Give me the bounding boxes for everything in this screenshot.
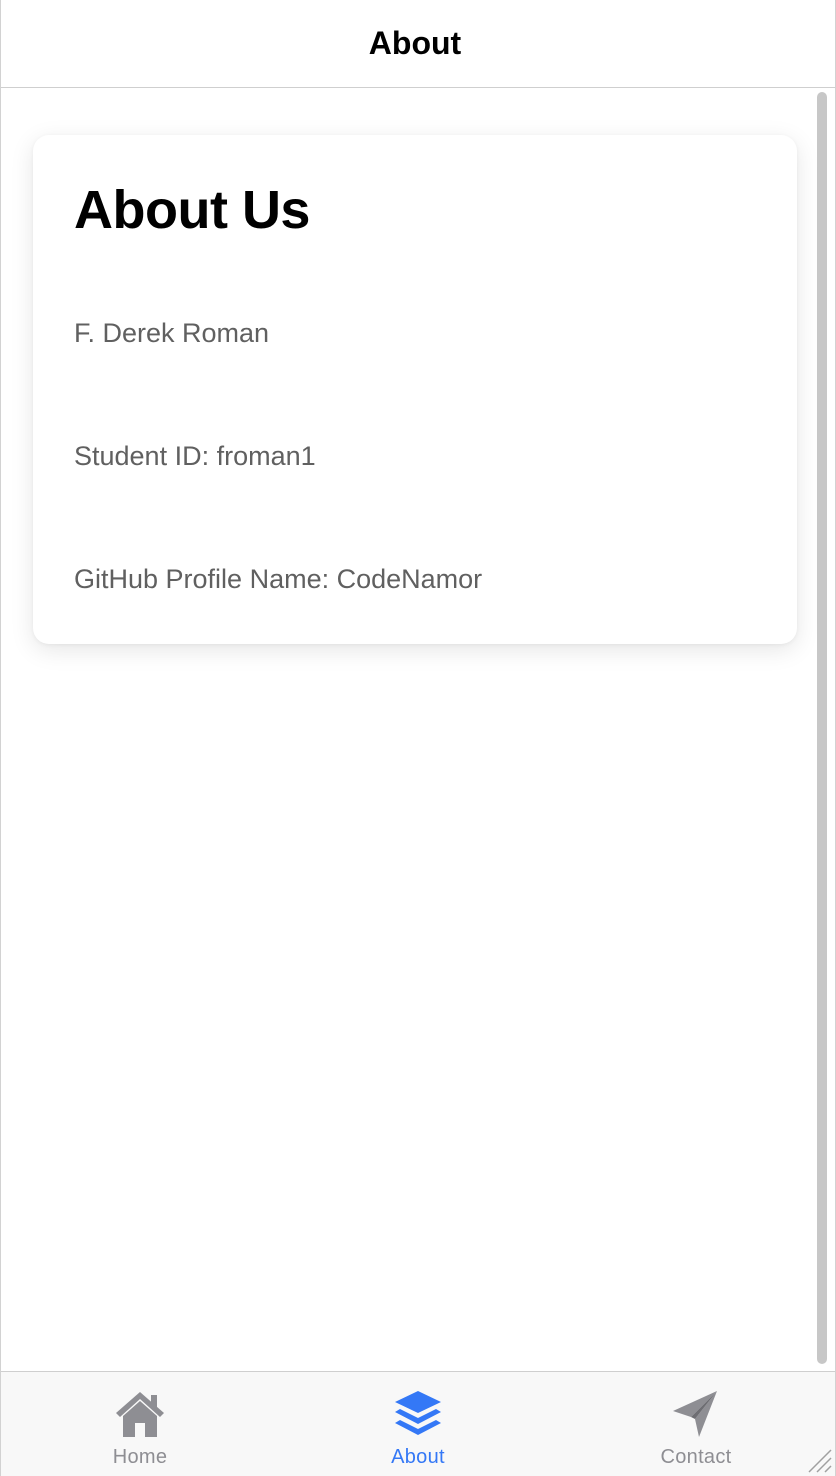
tab-about-label: About [391, 1446, 445, 1468]
scrollbar[interactable] [817, 92, 827, 1364]
layers-icon [395, 1391, 441, 1435]
send-icon [673, 1391, 717, 1437]
github-profile-text: GitHub Profile Name: CodeNamor [74, 564, 483, 594]
name-text: F. Derek Roman [74, 318, 270, 348]
page-title: About [368, 25, 462, 61]
tab-home[interactable]: Home [1, 1372, 279, 1476]
home-icon [116, 1392, 164, 1437]
scroll-content[interactable]: About Us F. Derek Roman Student ID: from… [1, 88, 835, 1371]
resize-grip-icon[interactable] [805, 1446, 833, 1474]
tab-contact-label: Contact [660, 1446, 732, 1468]
student-id-text: Student ID: froman1 [74, 441, 316, 471]
app-window: About About Us F. Derek Roman Student ID… [0, 0, 836, 1476]
tab-contact[interactable]: Contact [557, 1372, 835, 1476]
tab-about[interactable]: About [279, 1372, 557, 1476]
tab-home-label: Home [112, 1446, 168, 1468]
card-title: About Us [74, 180, 310, 240]
tab-bar: Home About Contact [1, 1371, 835, 1476]
about-card: About Us F. Derek Roman Student ID: from… [33, 135, 797, 644]
nav-header: About [1, 0, 835, 88]
